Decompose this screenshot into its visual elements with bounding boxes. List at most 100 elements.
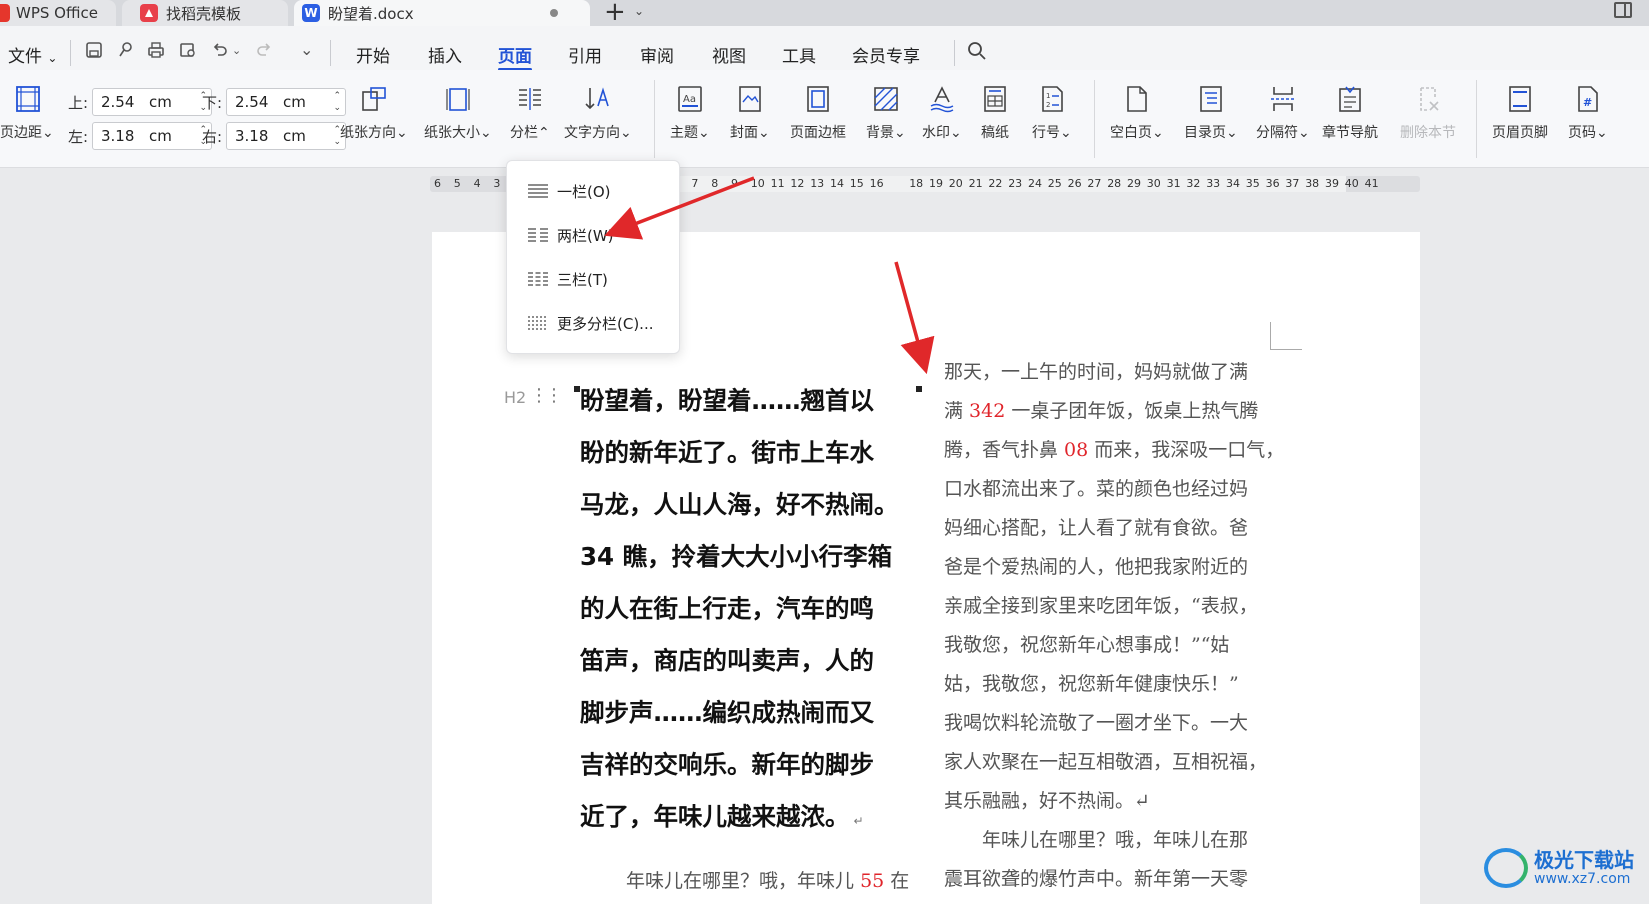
margin-button[interactable]: 页边距⌄	[0, 84, 54, 142]
ruler-tick-label: 30	[1146, 177, 1161, 190]
tab-docer-templates[interactable]: 找稻壳模板	[122, 0, 288, 26]
docer-icon	[140, 4, 158, 22]
blank-page-icon	[1127, 86, 1147, 112]
tab-bar: WPS Office 找稻壳模板 W 盼望着.docx + ⌄	[0, 0, 1649, 26]
background-button[interactable]: 背景⌄	[866, 84, 906, 142]
heading-paragraph[interactable]: 盼望着，盼望着……翘首以 盼的新年近了。街市上车水 马龙，人山人海，好不热闹。 …	[580, 375, 916, 847]
delete-section-icon	[1420, 87, 1439, 111]
right-column-text[interactable]: 那天，一上午的时间，妈妈就做了满满 342 一桌子团年饭，饭桌上热气腾 腾，香气扑…	[944, 353, 1284, 899]
menu-review[interactable]: 审阅	[640, 42, 674, 67]
toc-page-button[interactable]: 目录页⌄	[1184, 84, 1238, 142]
cover-icon	[739, 86, 761, 112]
ruler-tick-label: 40	[1344, 177, 1359, 190]
red-number: 08	[1064, 439, 1089, 461]
margin-icon	[15, 86, 40, 112]
search-icon[interactable]	[966, 40, 988, 62]
ruler-tick-label: 14	[830, 177, 844, 190]
heading-line: 吉祥的交响乐。新年的脚步	[580, 750, 874, 779]
print-preview-icon[interactable]	[178, 40, 198, 60]
ruler-tick-label: 28	[1107, 177, 1122, 190]
heading-line: 盼望着，盼望着……翘首以	[580, 386, 874, 415]
text-line: 口水都流出来了。菜的颜色也经过妈	[944, 478, 1249, 500]
undo-dropdown-icon[interactable]: ⌄	[232, 44, 241, 57]
text-direction-icon	[585, 87, 609, 110]
text-line: 妈细心搭配，让人看了就有食欲。爸	[944, 517, 1249, 539]
menu-reference[interactable]: 引用	[568, 42, 602, 67]
body-paragraph-left[interactable]: 年味儿在哪里？哦，年味儿 55 在	[626, 866, 909, 893]
save-icon[interactable]	[84, 40, 104, 60]
ruler-tick-label: 26	[1067, 177, 1082, 190]
ruler-tick-label: 27	[1087, 177, 1102, 190]
orientation-button[interactable]: 纸张方向⌄	[340, 84, 408, 142]
redo-icon[interactable]	[254, 40, 274, 60]
three-column-option[interactable]: 三栏(T)	[527, 267, 608, 291]
ruler-tick-label: 34	[1226, 177, 1240, 190]
bottom-margin-label: 下:	[202, 94, 223, 112]
one-column-icon	[528, 184, 548, 198]
ruler-tick-label: 36	[1265, 177, 1280, 190]
heading-line: 盼的新年近了。街市上车水	[580, 438, 874, 467]
menu-bar: 文件 ⌄ ⌄ ⌄ 开始 插入 页面 引用 审阅 视图 工具 会员专享	[0, 26, 1649, 71]
text-line: 年味儿在哪里？哦，年味儿在那	[944, 829, 1249, 851]
columns-dropdown: 一栏(O) 两栏(W) 三栏(T) 更多分栏(C)...	[506, 160, 680, 354]
ruler-tick-label: 25	[1047, 177, 1062, 190]
two-column-option[interactable]: 两栏(W)	[527, 223, 614, 247]
menu-start[interactable]: 开始	[356, 42, 390, 67]
line-number-icon: 12	[1042, 86, 1063, 112]
watermark-button[interactable]: 水印⌄	[922, 84, 962, 142]
chapter-nav-button[interactable]: 章节导航	[1322, 84, 1378, 142]
chevron-down-icon[interactable]: ⌄	[634, 4, 644, 18]
ruler-tick-label: 7	[691, 177, 699, 190]
text-direction-button[interactable]: 文字方向⌄	[564, 84, 632, 142]
window-layout-icon[interactable]	[1614, 2, 1632, 18]
one-column-option[interactable]: 一栏(O)	[527, 179, 611, 203]
ruler-tick-label: 24	[1028, 177, 1042, 190]
format-painter-icon[interactable]	[116, 40, 136, 60]
tab-document[interactable]: W 盼望着.docx	[294, 0, 590, 26]
text-line: 姑，我敬您，祝您新年健康快乐！”	[944, 673, 1239, 695]
undo-icon[interactable]	[210, 40, 230, 60]
more-columns-option[interactable]: 更多分栏(C)...	[527, 311, 653, 335]
new-tab-plus-icon[interactable]: +	[604, 0, 626, 25]
unsaved-dot-icon[interactable]	[550, 9, 558, 17]
left-margin-input[interactable]: 3.18 cm ⌃ ⌄	[92, 122, 212, 150]
chapter-nav-icon	[1339, 86, 1361, 112]
menu-insert[interactable]: 插入	[428, 42, 462, 67]
top-margin-input[interactable]: 2.54 cm ⌃ ⌄	[92, 88, 212, 116]
columns-button[interactable]: 分栏⌃	[504, 84, 560, 150]
bottom-margin-input[interactable]: 2.54 cm ⌃ ⌄	[226, 88, 346, 116]
tab-wps-office[interactable]: WPS Office	[0, 0, 116, 26]
manuscript-button[interactable]: 稿纸	[980, 84, 1010, 142]
page-border-button[interactable]: 页面边框	[790, 84, 846, 142]
more-chevron-icon[interactable]: ⌄	[300, 40, 313, 59]
theme-button[interactable]: Aa 主题⌄	[670, 84, 710, 142]
header-footer-button[interactable]: 页眉页脚	[1492, 84, 1548, 142]
text-line: 那天，一上午的时间，妈妈就做了满	[944, 361, 1249, 383]
paper-size-button[interactable]: 纸张大小⌄	[424, 84, 492, 142]
ruler-tick-label: 22	[988, 177, 1003, 190]
line-number-button[interactable]: 12 行号⌄	[1032, 84, 1072, 142]
text-line: 亲戚全接到家里来吃团年饭，“表叔，	[944, 595, 1258, 617]
menu-view[interactable]: 视图	[712, 42, 746, 67]
print-icon[interactable]	[146, 40, 166, 60]
cover-button[interactable]: 封面⌄	[730, 84, 770, 142]
separator-button[interactable]: 分隔符⌄	[1256, 84, 1310, 142]
menu-tools[interactable]: 工具	[782, 42, 816, 67]
ruler-tick-label: 23	[1008, 177, 1023, 190]
ruler-tick-label: 10	[750, 177, 765, 190]
ruler-tick-label: 21	[968, 177, 983, 190]
page-number-icon: #	[1578, 86, 1598, 112]
menu-member[interactable]: 会员专享	[852, 42, 920, 67]
page-corner-mark	[1270, 322, 1302, 350]
blank-page-button[interactable]: 空白页⌄	[1110, 84, 1164, 142]
ruler-tick-label: 37	[1285, 177, 1300, 190]
page-number-button[interactable]: # 页码⌄	[1568, 84, 1608, 142]
menu-page[interactable]: 页面	[498, 42, 532, 71]
text-line: 我敬您，祝您新年心想事成！”“姑	[944, 634, 1230, 656]
left-margin-label: 左:	[68, 128, 89, 146]
delete-section-button[interactable]: 删除本节	[1400, 84, 1456, 142]
file-menu[interactable]: 文件 ⌄	[8, 42, 57, 67]
drag-handle-icon[interactable]: ⋮⋮	[530, 385, 563, 406]
text-line: 震耳欲聋的爆竹声中。新年第一天零	[944, 868, 1249, 890]
right-margin-input[interactable]: 3.18 cm ⌃ ⌄	[226, 122, 346, 150]
